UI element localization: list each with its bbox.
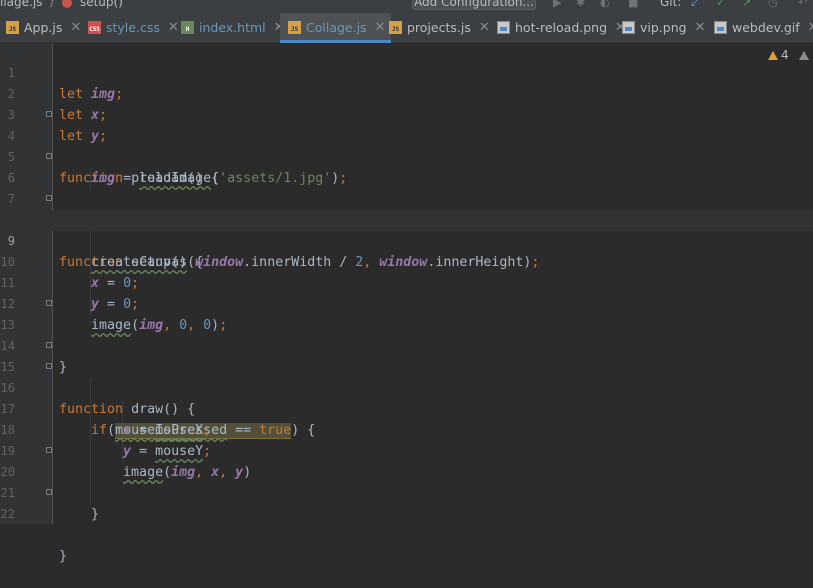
code-line[interactable]: 1 let img;	[0, 42, 813, 102]
code-line[interactable]: 20 }	[0, 441, 813, 522]
fold-icon[interactable]	[45, 446, 53, 456]
tab-label: hot-reload.png	[515, 20, 608, 35]
git-history-icon[interactable]: ◷	[768, 0, 778, 9]
debug-icon[interactable]: ✱	[576, 0, 585, 9]
coverage-icon[interactable]: ◐	[600, 0, 610, 9]
git-label: Git:	[660, 0, 682, 9]
close-icon[interactable]: ✕	[70, 20, 81, 35]
fold-icon[interactable]	[45, 194, 53, 204]
code-line[interactable]: 21	[0, 462, 813, 500]
line-number: 22	[0, 507, 15, 521]
breadcrumb-file[interactable]: llage.js	[0, 0, 42, 9]
code-line[interactable]: 4 function preload() {	[0, 105, 813, 186]
code-line[interactable]: 17 x = mouseX;	[0, 378, 813, 438]
tab-label: style.css	[106, 20, 160, 35]
fold-icon[interactable]	[45, 152, 53, 162]
run-icon[interactable]: ▶	[553, 0, 561, 9]
tab-style-css[interactable]: CSS style.css ✕	[88, 13, 179, 42]
stop-icon[interactable]: ■	[628, 0, 638, 9]
function-icon	[62, 0, 73, 8]
code-line[interactable]: 7	[0, 168, 813, 206]
git-commit-icon[interactable]: ✓	[716, 0, 725, 9]
code-line[interactable]: 15 function draw() {	[0, 336, 813, 417]
fold-icon[interactable]	[45, 362, 53, 372]
code-line[interactable]: 3 let y;	[0, 84, 813, 144]
close-icon[interactable]: ✕	[695, 20, 706, 35]
code-editor[interactable]: 1 let img; 2 let x; 3 let y; 4 function …	[0, 42, 813, 564]
tab-app-js[interactable]: JS App.js ✕	[6, 13, 81, 42]
git-push-icon[interactable]: ↗	[742, 0, 751, 9]
js-file-icon: JS	[288, 21, 301, 34]
code-line[interactable]: 10 x = 0;	[0, 231, 813, 291]
fold-icon[interactable]	[45, 488, 53, 498]
code-line[interactable]: 6 }	[0, 147, 813, 228]
code-line[interactable]: 22 }	[0, 483, 813, 564]
tab-webdev-gif[interactable]: webdev.gif ✕	[714, 13, 813, 42]
tab-index-html[interactable]: H index.html ✕	[181, 13, 285, 42]
fold-icon[interactable]	[45, 110, 53, 120]
navigation-bar: llage.js / setup() Add Configuration... …	[0, 0, 813, 13]
add-configuration-button[interactable]: Add Configuration...	[412, 0, 536, 10]
code-line-current[interactable]: 9 createCanvas(window.innerWidth / 2, wi…	[0, 210, 813, 270]
fold-icon[interactable]	[45, 341, 53, 351]
code-line[interactable]: 11 y = 0;	[0, 252, 813, 312]
tab-label: projects.js	[407, 20, 471, 35]
code-line[interactable]: 12 image(img, 0, 0);	[0, 273, 813, 333]
close-icon[interactable]: ✕	[168, 20, 179, 35]
image-file-icon	[497, 21, 510, 34]
js-file-icon: JS	[6, 21, 19, 34]
code-line[interactable]: 8 function setup() {	[0, 189, 813, 270]
close-icon[interactable]: ✕	[808, 20, 813, 35]
rollback-icon[interactable]: ↶	[798, 0, 807, 9]
image-file-icon	[714, 21, 727, 34]
tab-hot-reload-png[interactable]: hot-reload.png ✕	[497, 13, 626, 42]
css-file-icon: CSS	[88, 21, 101, 34]
tab-collage-js[interactable]: JS Collage.js ✕	[280, 13, 392, 43]
tab-label: vip.png	[640, 20, 687, 35]
js-file-icon: JS	[389, 21, 402, 34]
code-line[interactable]: 18 y = mouseY;	[0, 399, 813, 459]
close-icon[interactable]: ✕	[375, 20, 386, 35]
git-update-icon[interactable]: ↙	[690, 0, 699, 9]
fold-icon[interactable]	[45, 299, 53, 309]
tab-label: webdev.gif	[732, 20, 800, 35]
code-line[interactable]: 19 image(img, x, y)	[0, 420, 813, 480]
tab-vip-png[interactable]: vip.png ✕	[622, 13, 705, 42]
breadcrumb: llage.js / setup()	[0, 0, 123, 9]
code-line[interactable]: 14	[0, 315, 813, 353]
tab-projects-js[interactable]: JS projects.js ✕	[389, 13, 490, 42]
breadcrumb-separator: /	[50, 0, 55, 9]
code-line[interactable]: 2 let x;	[0, 63, 813, 123]
editor-tab-bar: JS App.js ✕ CSS style.css ✕ H index.html…	[0, 13, 813, 43]
tab-label: index.html	[199, 20, 266, 35]
image-file-icon	[622, 21, 635, 34]
tab-label: Collage.js	[306, 20, 367, 35]
code-line[interactable]: 13 }	[0, 294, 813, 375]
html-file-icon: H	[181, 21, 194, 34]
breadcrumb-function[interactable]: setup()	[80, 0, 123, 9]
close-icon[interactable]: ✕	[479, 20, 490, 35]
code-line[interactable]: 16 if(mouseIsPressed == true) {	[0, 357, 813, 439]
code-line[interactable]: 5 img = loadImage('assets/1.jpg');	[0, 126, 813, 186]
tab-label: App.js	[24, 20, 63, 35]
